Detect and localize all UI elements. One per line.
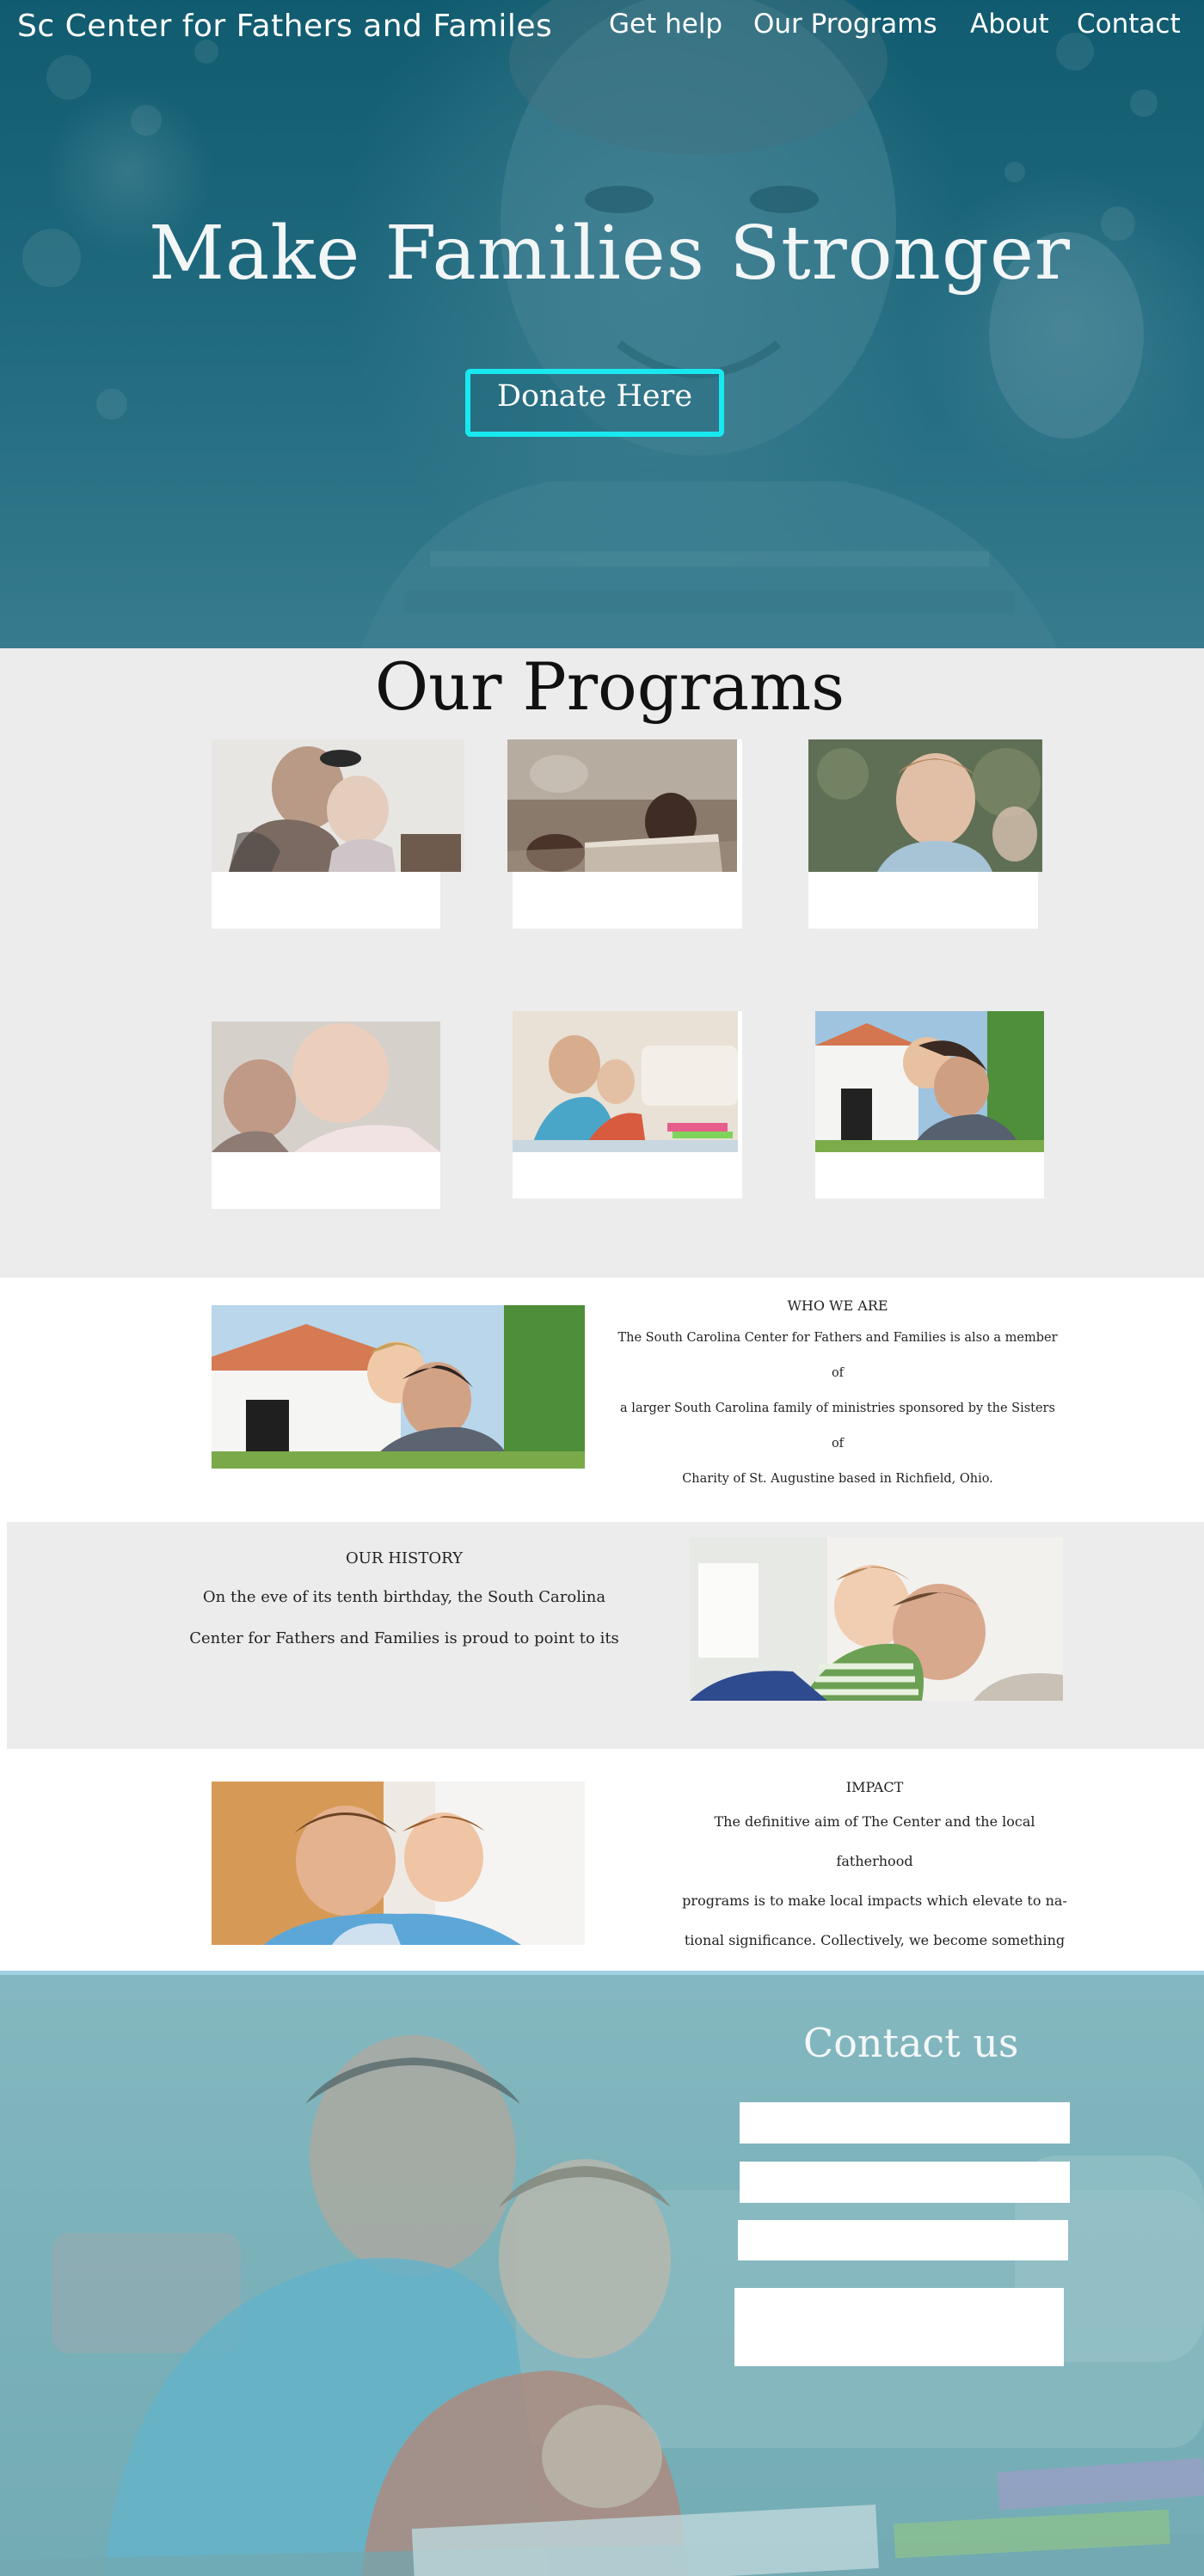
donate-button[interactable]: Donate Here xyxy=(465,369,724,437)
history-heading: OUR HISTORY xyxy=(346,1549,463,1567)
contact-name-field[interactable] xyxy=(740,2102,1070,2144)
who-we-are-text: WHO WE ARE The South Carolina Center for… xyxy=(612,1291,1063,1497)
who-we-are-line: Charity of St. Augustine based in Richfi… xyxy=(682,1472,993,1486)
father-and-son-reading-photo xyxy=(507,739,737,872)
programs-title: Our Programs xyxy=(374,648,845,725)
impact-line: tional significance. Collectively, we be… xyxy=(684,1932,1066,1948)
program-card[interactable] xyxy=(212,1021,440,1209)
program-card[interactable] xyxy=(513,1011,742,1199)
smiling-boy-photo xyxy=(808,739,1042,872)
father-and-son-smiling-photo xyxy=(212,1782,585,1945)
impact-line: programs is to make local impacts which … xyxy=(682,1892,1067,1909)
father-carrying-son-photo xyxy=(815,1011,1044,1152)
nav-get-help[interactable]: Get help xyxy=(609,9,722,40)
impact-text: IMPACT The definitive aim of The Center … xyxy=(679,1773,1070,1960)
contact-message-field[interactable] xyxy=(734,2288,1064,2366)
grandfather-and-baby-photo xyxy=(212,1021,440,1152)
program-card[interactable] xyxy=(815,1011,1044,1199)
hero-section: Sc Center for Fathers and Familes Get he… xyxy=(0,0,1204,648)
who-we-are-heading: WHO WE ARE xyxy=(787,1297,888,1314)
who-we-are-line: The South Carolina Center for Fathers an… xyxy=(617,1331,1058,1380)
who-we-are-line: a larger South Carolina family of minist… xyxy=(620,1401,1055,1451)
hero-heading: Make Families Stronger xyxy=(148,211,1071,297)
father-and-son-coloring-photo xyxy=(513,1011,738,1152)
history-line: On the eve of its tenth birthday, the So… xyxy=(202,1588,606,1606)
contact-background-photo xyxy=(0,1975,1204,2576)
nav-contact[interactable]: Contact xyxy=(1077,9,1181,40)
father-and-baby-photo xyxy=(212,739,464,872)
history-section: OUR HISTORY On the eve of its tenth birt… xyxy=(7,1522,1204,1749)
father-carrying-son-photo xyxy=(212,1305,585,1469)
program-card[interactable] xyxy=(507,739,742,929)
contact-section: Contact us xyxy=(0,1971,1204,2576)
impact-section: IMPACT The definitive aim of The Center … xyxy=(0,1749,1204,1971)
hero-background-photo xyxy=(0,0,1204,648)
programs-section: Our Programs xyxy=(0,648,1204,1278)
contact-email-field[interactable] xyxy=(740,2162,1070,2203)
contact-phone-field[interactable] xyxy=(738,2220,1068,2260)
contact-title: Contact us xyxy=(803,2020,1019,2066)
impact-line: The definitive aim of The Center and the… xyxy=(714,1813,1035,1869)
program-card[interactable] xyxy=(808,739,1042,929)
history-line: Center for Fathers and Families is proud… xyxy=(189,1629,619,1647)
impact-heading: IMPACT xyxy=(845,1779,904,1795)
nav-about[interactable]: About xyxy=(970,9,1049,40)
history-text: OUR HISTORY On the eve of its tenth birt… xyxy=(184,1541,624,1659)
son-kissing-father-photo xyxy=(690,1537,1063,1701)
who-we-are-section: WHO WE ARE The South Carolina Center for… xyxy=(0,1278,1204,1522)
main-nav: Get help Our Programs About Contact xyxy=(0,9,1204,46)
program-card[interactable] xyxy=(212,739,464,929)
nav-our-programs[interactable]: Our Programs xyxy=(753,9,937,40)
